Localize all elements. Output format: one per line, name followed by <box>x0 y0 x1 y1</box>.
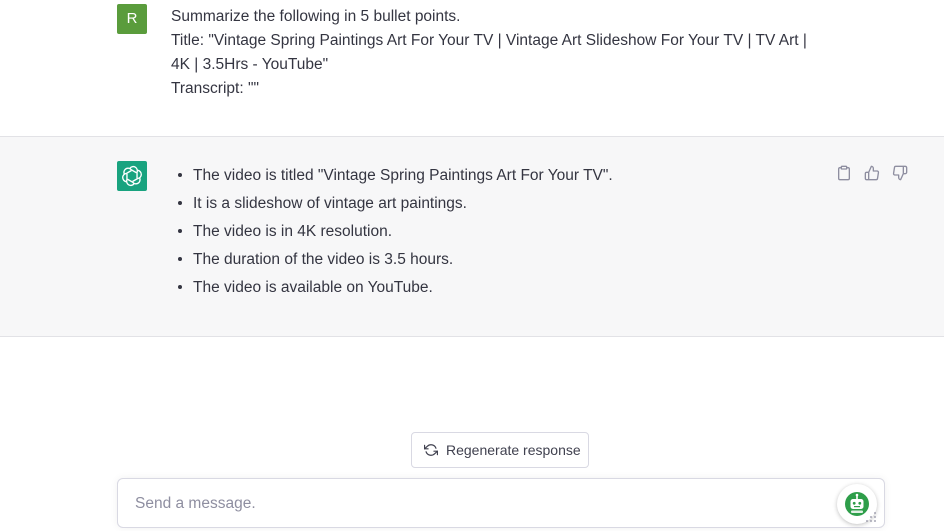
user-message-line: Transcript: "" <box>171 80 259 97</box>
bullet-item: It is a slideshow of vintage art paintin… <box>176 191 613 219</box>
clipboard-icon <box>838 165 850 181</box>
thumbs-up-icon <box>864 165 880 181</box>
bullet-item: The video is in 4K resolution. <box>176 219 613 247</box>
message-actions <box>834 163 910 183</box>
thumbs-down-button[interactable] <box>890 163 910 183</box>
regenerate-response-button[interactable]: Regenerate response <box>411 432 589 468</box>
thumbs-up-button[interactable] <box>862 163 882 183</box>
resize-grip-icon[interactable] <box>865 511 877 523</box>
regenerate-response-label: Regenerate response <box>446 442 581 458</box>
bullet-item: The video is available on YouTube. <box>176 275 613 303</box>
bullet-item: The duration of the video is 3.5 hours. <box>176 247 613 275</box>
copy-button[interactable] <box>834 163 854 183</box>
message-composer <box>117 478 885 529</box>
chat-page: R Summarize the following in 5 bullet po… <box>0 0 944 531</box>
assistant-message: The video is titled "Vintage Spring Pain… <box>0 136 944 337</box>
user-message-text: Summarize the following in 5 bullet poin… <box>171 5 841 101</box>
assistant-avatar <box>117 161 147 191</box>
user-message-line: Summarize the following in 5 bullet poin… <box>171 8 461 25</box>
bullet-item: The video is titled "Vintage Spring Pain… <box>176 163 613 191</box>
refresh-icon <box>424 444 438 456</box>
user-avatar: R <box>117 4 147 34</box>
user-message-line: Title: "Vintage Spring Paintings Art For… <box>171 32 807 49</box>
message-input[interactable] <box>133 479 837 529</box>
user-message: R Summarize the following in 5 bullet po… <box>0 0 944 136</box>
user-message-line: 4K | 3.5Hrs - YouTube" <box>171 56 329 73</box>
openai-logo-icon <box>122 165 142 187</box>
thumbs-down-icon <box>892 165 908 181</box>
assistant-bullet-list: The video is titled "Vintage Spring Pain… <box>176 163 613 303</box>
